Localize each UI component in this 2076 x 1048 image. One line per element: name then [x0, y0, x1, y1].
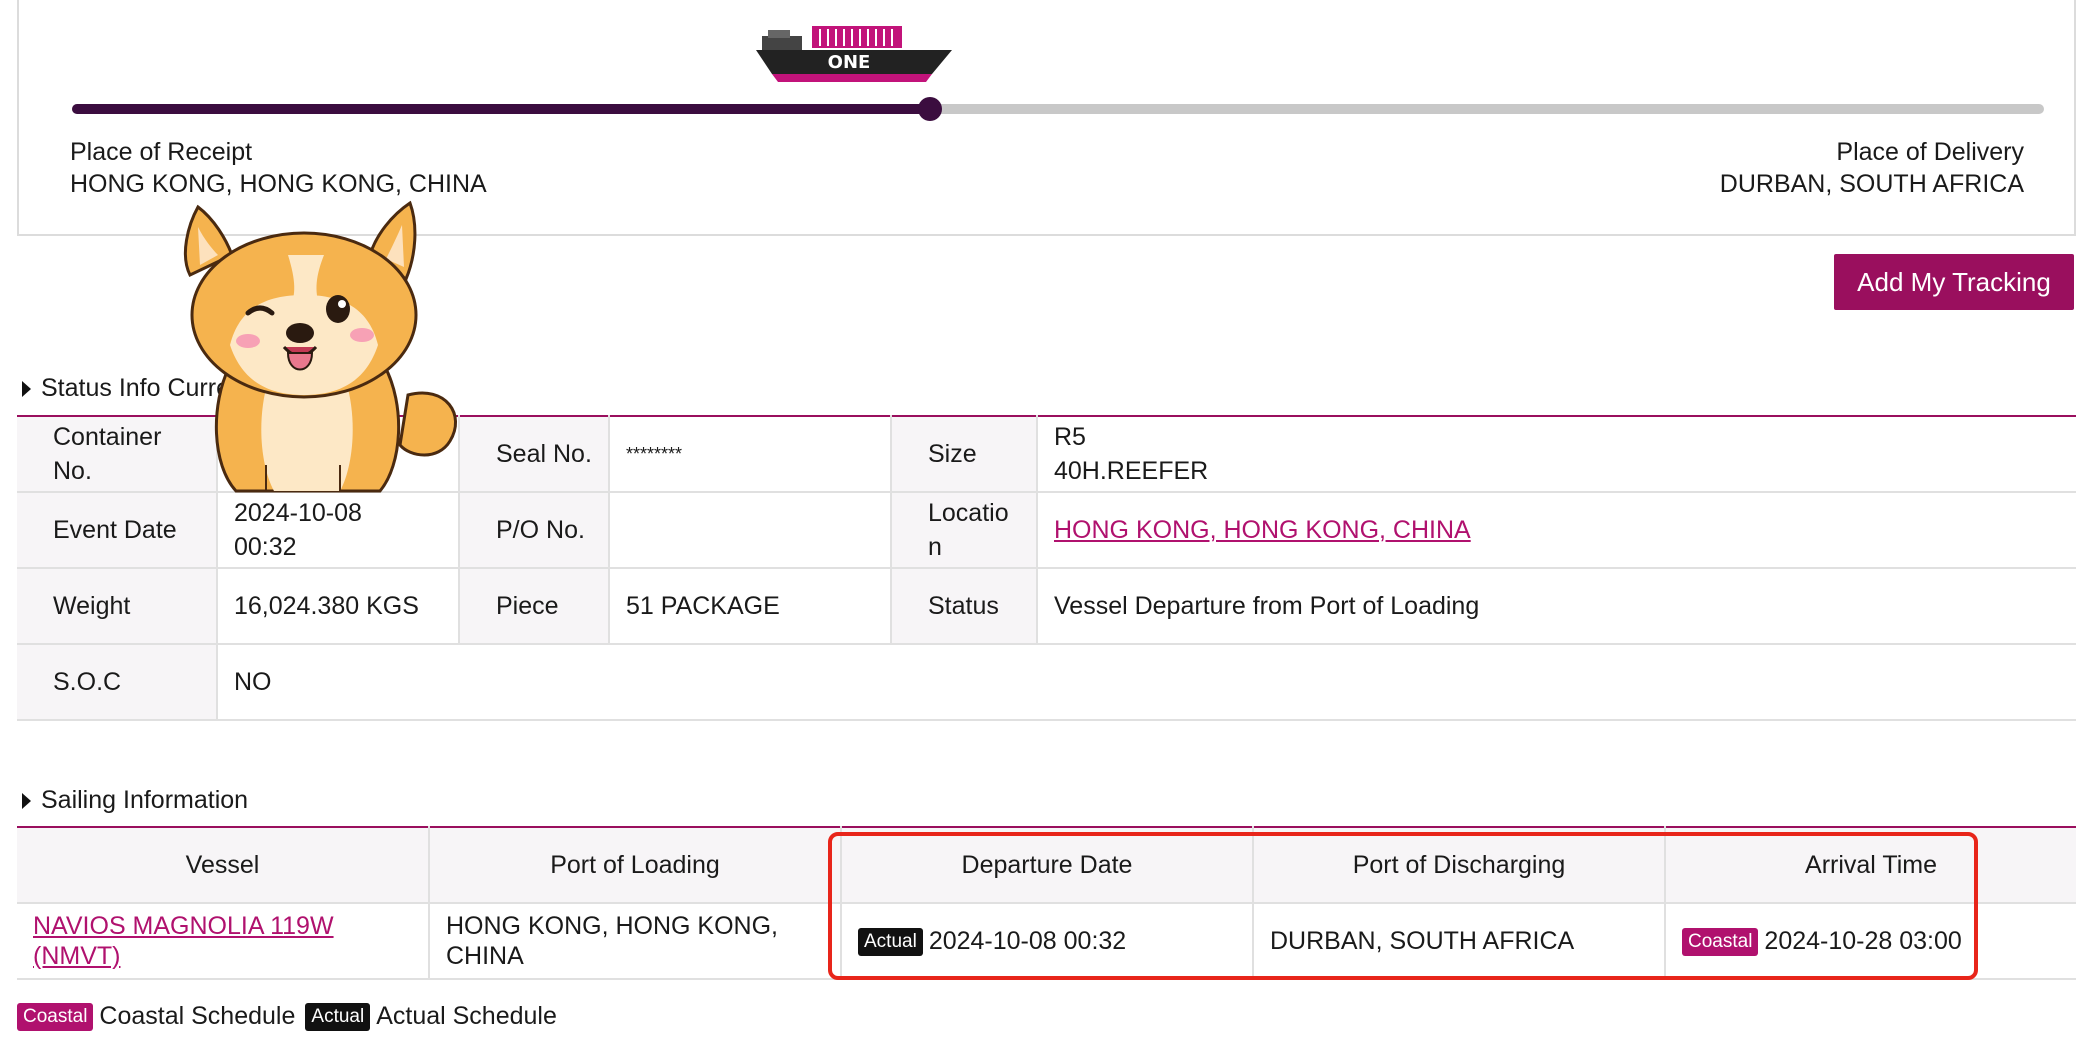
size-label: Size: [891, 416, 1038, 493]
place-of-receipt: Place of Receipt HONG KONG, HONG KONG, C…: [70, 136, 487, 200]
place-of-delivery-value: DURBAN, SOUTH AFRICA: [1719, 170, 2024, 198]
schedule-legend: Coastal Coastal Schedule Actual Actual S…: [17, 1002, 567, 1031]
sailing-info-title: Sailing Information: [41, 786, 249, 814]
piece-value: 51 PACKAGE: [609, 568, 892, 645]
soc-value: NO: [217, 644, 2076, 721]
port-of-loading-cell: HONG KONG, HONG KONG, CHINA: [429, 903, 842, 980]
departure-date-value: 2024-10-08 00:32: [928, 926, 1127, 955]
sailing-info-table: Vessel Port of Loading Departure Date Po…: [17, 826, 2076, 980]
soc-label: S.O.C: [17, 644, 218, 721]
piece-label: Piece: [459, 568, 610, 645]
expand-triangle-icon: [22, 380, 31, 397]
po-no-label: P/O No.: [459, 492, 610, 569]
location-label: Locatio n: [891, 492, 1038, 569]
actual-legend-text: Actual Schedule: [376, 1002, 557, 1030]
place-of-delivery: Place of Delivery DURBAN, SOUTH AFRICA: [1720, 136, 2024, 200]
coastal-legend-badge: Coastal: [17, 1002, 94, 1031]
port-of-discharging-header: Port of Discharging: [1253, 827, 1666, 904]
expand-triangle-icon: [22, 792, 31, 809]
table-row: NAVIOS MAGNOLIA 119W (NMVT) HONG KONG, HO…: [17, 903, 2076, 980]
vessel-code: (NMVT): [33, 942, 121, 970]
weight-label: Weight: [17, 568, 218, 645]
seal-no-label: Seal No.: [459, 416, 610, 493]
status-label: Status: [891, 568, 1038, 645]
port-of-discharging-cell: DURBAN, SOUTH AFRICA: [1253, 903, 1666, 980]
corgi-sticker-icon: [183, 200, 457, 493]
actual-legend-badge: Actual: [305, 1002, 371, 1031]
route-progress-fill: [72, 104, 930, 114]
table-row: Weight 16,024.380 KGS Piece 51 PACKAGE S…: [17, 568, 2076, 645]
pol-line1: HONG KONG, HONG KONG,: [446, 912, 778, 940]
pol-line2: CHINA: [446, 942, 524, 970]
departure-date-cell: Actual 2024-10-08 00:32: [841, 903, 1254, 980]
actual-badge: Actual: [858, 928, 923, 957]
departure-date-header: Departure Date: [841, 827, 1254, 904]
status-value: Vessel Departure from Port of Loading: [1037, 568, 2076, 645]
po-no-value: [609, 492, 892, 569]
table-header-row: Vessel Port of Loading Departure Date Po…: [17, 827, 2076, 904]
vessel-header: Vessel: [17, 827, 430, 904]
port-of-loading-header: Port of Loading: [429, 827, 842, 904]
coastal-legend-text: Coastal Schedule: [99, 1002, 296, 1030]
table-row: S.O.C NO: [17, 644, 2076, 721]
place-of-receipt-label: Place of Receipt: [70, 138, 253, 166]
vessel-cell: NAVIOS MAGNOLIA 119W (NMVT): [17, 903, 430, 980]
arrival-time-value: 2024-10-28 03:00: [1764, 926, 1962, 955]
size-code: R5: [1054, 423, 1086, 451]
size-value: R5 40H.REEFER: [1037, 416, 2076, 493]
event-date-time: 00:32: [234, 533, 297, 561]
weight-value: 16,024.380 KGS: [217, 568, 460, 645]
location-value: HONG KONG, HONG KONG, CHINA: [1037, 492, 2076, 569]
route-progress-bar: [72, 97, 2044, 121]
size-type: 40H.REEFER: [1054, 457, 1209, 485]
sailing-info-heading[interactable]: Sailing Information: [22, 786, 248, 815]
place-of-delivery-label: Place of Delivery: [1836, 138, 2024, 166]
vessel-link[interactable]: NAVIOS MAGNOLIA 119W (NMVT): [33, 912, 334, 970]
seal-no-value: ********: [609, 416, 892, 493]
current-position-marker: [917, 97, 942, 121]
vessel-name: NAVIOS MAGNOLIA 119W: [33, 912, 334, 940]
ship-brand-label: ONE: [828, 52, 871, 73]
coastal-badge: Coastal: [1682, 928, 1759, 957]
ship-icon: ONE: [756, 26, 952, 82]
location-link[interactable]: HONG KONG, HONG KONG, CHINA: [1054, 516, 1471, 544]
arrival-time-cell: Coastal 2024-10-28 03:00: [1665, 903, 2076, 980]
add-my-tracking-button[interactable]: Add My Tracking: [1834, 254, 2074, 310]
arrival-time-header: Arrival Time: [1665, 827, 2076, 904]
